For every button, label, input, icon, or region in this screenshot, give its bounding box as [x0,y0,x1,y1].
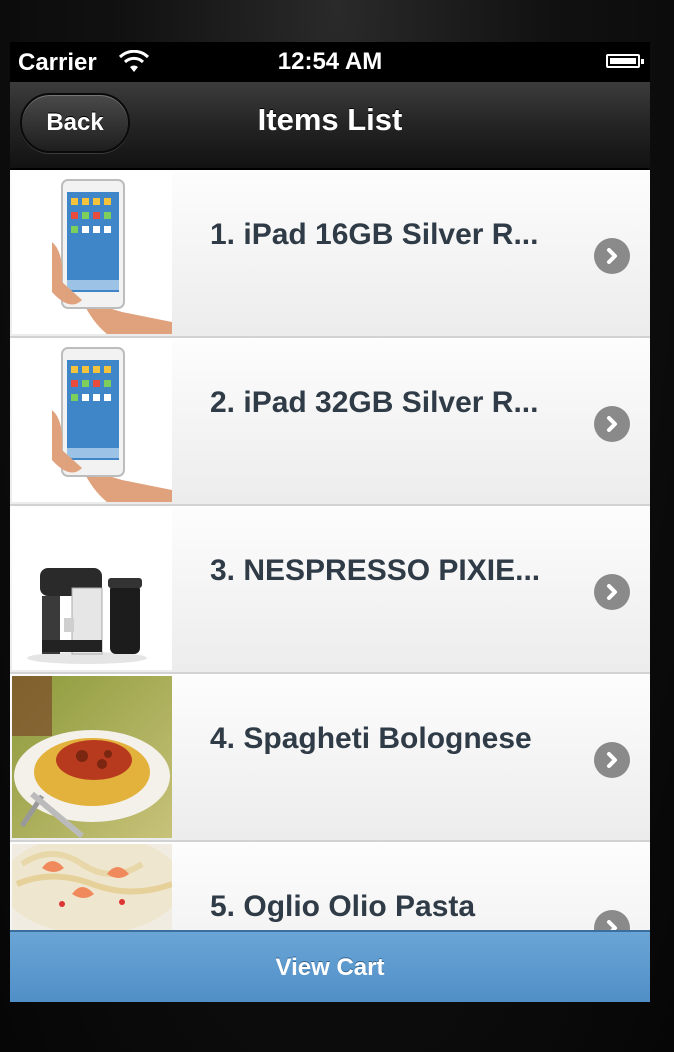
list-item[interactable]: 4. Spagheti Bolognese [10,674,650,842]
status-time: 12:54 AM [277,48,383,75]
item-title: 2. iPad 32GB Silver R... [210,386,539,419]
page-title: Items List [257,102,403,137]
ipad-image [12,340,172,502]
item-title: 4. Spagheti Bolognese [210,722,532,755]
list-item[interactable]: 3. NESPRESSO PIXIE... [10,506,650,674]
item-title: 3. NESPRESSO PIXIE... [210,554,541,587]
navigation-bar: Back Items List [10,82,650,170]
espresso-machine-image [12,508,172,670]
chevron-right-icon[interactable] [594,238,630,274]
chevron-right-icon[interactable] [594,574,630,610]
list-item[interactable]: 1. iPad 16GB Silver R... [10,170,650,338]
chevron-right-icon[interactable] [594,910,630,930]
list-item[interactable]: 2. iPad 32GB Silver R... [10,338,650,506]
battery-icon [606,54,644,68]
item-title: 5. Oglio Olio Pasta [210,890,476,923]
phone-screen: Carrier 12:54 AM Back Items List 1. iPad… [10,42,650,1002]
status-bar: Carrier 12:54 AM [10,42,650,82]
shrimp-pasta-image [12,844,172,930]
ipad-image [12,172,172,334]
chevron-right-icon[interactable] [594,406,630,442]
item-title: 1. iPad 16GB Silver R... [210,218,539,251]
list-item[interactable]: 5. Oglio Olio Pasta [10,842,650,930]
items-list: 1. iPad 16GB Silver R... 2. iPad 32GB Si… [10,170,650,930]
spaghetti-bolognese-image [12,676,172,838]
chevron-right-icon[interactable] [594,742,630,778]
view-cart-bar[interactable]: View Cart [10,930,650,1002]
view-cart-button[interactable]: View Cart [276,954,385,982]
